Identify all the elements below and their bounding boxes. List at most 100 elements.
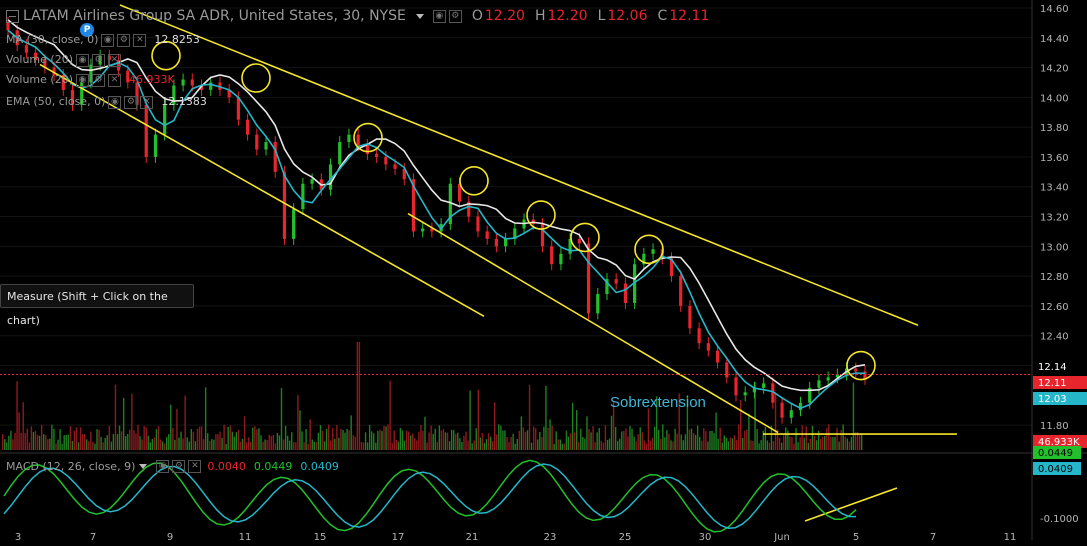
eye-icon[interactable]: ◉ xyxy=(101,33,115,47)
volume-bar xyxy=(692,433,695,450)
candle-body xyxy=(504,238,508,247)
volume-bar xyxy=(569,433,572,450)
candle-body xyxy=(144,104,148,157)
volume-bar xyxy=(795,428,797,450)
volume-bar xyxy=(90,431,92,450)
volume-bar xyxy=(797,442,799,450)
settings-icon[interactable]: ⚙ xyxy=(172,460,186,473)
volume-bar xyxy=(651,437,654,450)
volume-bar xyxy=(578,441,580,450)
candle-body xyxy=(586,243,591,314)
volume-bar xyxy=(471,443,473,450)
volume-bar xyxy=(645,443,648,450)
sobrextension-label: Sobrextension xyxy=(610,394,706,411)
volume-bar xyxy=(621,431,623,450)
eye-icon[interactable]: ◉ xyxy=(156,460,170,473)
indicator-volume-1[interactable]: Volume (20) ◉ ⚙ ✕ xyxy=(6,53,129,67)
volume-bar xyxy=(198,426,201,450)
indicator-ma[interactable]: MA (30, close, 0) ◉ ⚙ ✕ 12.8253 xyxy=(6,33,200,47)
volume-bar xyxy=(742,438,744,450)
volume-bar xyxy=(245,442,248,450)
volume-bar xyxy=(643,440,646,450)
volume-bar xyxy=(98,429,100,450)
indicator-volume-2[interactable]: Volume (20) ◉ ⚙ ✕ 46.933K xyxy=(6,73,175,87)
eye-icon[interactable]: ◉ xyxy=(108,95,122,109)
macd-legend[interactable]: MACD (12, 26, close, 9) ◉ ⚙ ✕ 0.0040 0.044… xyxy=(6,460,339,473)
volume-bar xyxy=(276,433,279,450)
close-icon[interactable]: ✕ xyxy=(108,53,121,67)
settings-icon[interactable]: ⚙ xyxy=(92,73,105,87)
volume-bar xyxy=(487,433,490,450)
eye-icon[interactable]: ◉ xyxy=(432,9,446,23)
volume-bar xyxy=(395,439,397,450)
candle-body xyxy=(356,134,360,146)
volume-bar xyxy=(116,434,119,450)
macd-label-text: 0.0409 xyxy=(1038,464,1073,475)
eye-icon[interactable]: ◉ xyxy=(76,53,89,67)
collapse-icon[interactable] xyxy=(6,9,19,23)
volume-bar xyxy=(850,437,853,450)
volume-bar xyxy=(81,434,84,450)
volume-bar xyxy=(672,441,674,450)
candle-body xyxy=(273,142,277,172)
volume-bar xyxy=(836,427,838,450)
volume-bar xyxy=(159,439,162,450)
volume-bar xyxy=(567,436,570,450)
close-icon[interactable]: ✕ xyxy=(133,33,147,47)
volume-bar xyxy=(133,430,135,450)
volume-bar xyxy=(149,442,151,450)
volume-bar xyxy=(336,425,338,450)
volume-bar xyxy=(319,425,322,450)
volume-bar xyxy=(229,425,231,450)
indicator-ema[interactable]: EMA (50, close, 0) ◉ ⚙ ✕ 12.1383 xyxy=(6,95,207,109)
close-icon[interactable]: ✕ xyxy=(140,95,154,109)
indicator-value: 12.8253 xyxy=(154,33,200,46)
settings-icon[interactable]: ⚙ xyxy=(117,33,131,47)
candle-body xyxy=(310,179,314,184)
settings-icon[interactable]: ⚙ xyxy=(448,9,462,23)
volume-bar xyxy=(346,428,348,450)
volume-bar xyxy=(268,434,270,450)
close-icon[interactable]: ✕ xyxy=(108,73,121,87)
candle-body xyxy=(743,392,747,396)
volume-bar xyxy=(47,439,49,450)
close-icon[interactable]: ✕ xyxy=(188,460,202,473)
volume-bar xyxy=(725,437,728,450)
volume-bar xyxy=(155,429,158,450)
volume-bar xyxy=(744,430,746,450)
chevron-down-icon[interactable] xyxy=(415,13,424,19)
volume-bar xyxy=(805,426,807,450)
volume-bar xyxy=(758,443,760,450)
volume-bar xyxy=(293,442,295,450)
price-label-text: 12.14 xyxy=(1038,362,1067,373)
open-label: O xyxy=(471,8,483,24)
volume-bar xyxy=(108,425,110,450)
volume-bar xyxy=(75,427,78,450)
volume-bar xyxy=(696,425,699,450)
chevron-down-icon[interactable] xyxy=(139,464,148,469)
candle-body xyxy=(301,183,305,210)
settings-icon[interactable]: ⚙ xyxy=(124,95,138,109)
indicator-label: Volume (20) xyxy=(6,73,73,86)
volume-bar xyxy=(606,439,609,450)
volume-bar xyxy=(442,428,445,450)
volume-bar xyxy=(584,438,586,450)
volume-bar xyxy=(467,440,469,450)
eye-icon[interactable]: ◉ xyxy=(76,73,89,87)
settings-icon[interactable]: ⚙ xyxy=(92,53,105,67)
volume-bar xyxy=(822,436,824,450)
price-tick-label: 13.40 xyxy=(1040,183,1069,194)
volume-bar xyxy=(344,432,346,450)
volume-bar xyxy=(120,431,123,450)
volume-bar xyxy=(239,441,242,450)
volume-bar xyxy=(67,434,69,450)
volume-bar xyxy=(559,439,561,450)
price-tick-label: 14.40 xyxy=(1040,34,1069,45)
volume-bar xyxy=(348,430,350,450)
price-tick-label: 13.20 xyxy=(1040,213,1069,224)
symbol-title[interactable]: LATAM Airlines Group SA ADR, United Stat… xyxy=(23,8,406,24)
volume-bar xyxy=(6,442,8,450)
volume-bar xyxy=(463,435,465,450)
volume-bar xyxy=(815,440,818,450)
volume-bar xyxy=(217,434,219,450)
